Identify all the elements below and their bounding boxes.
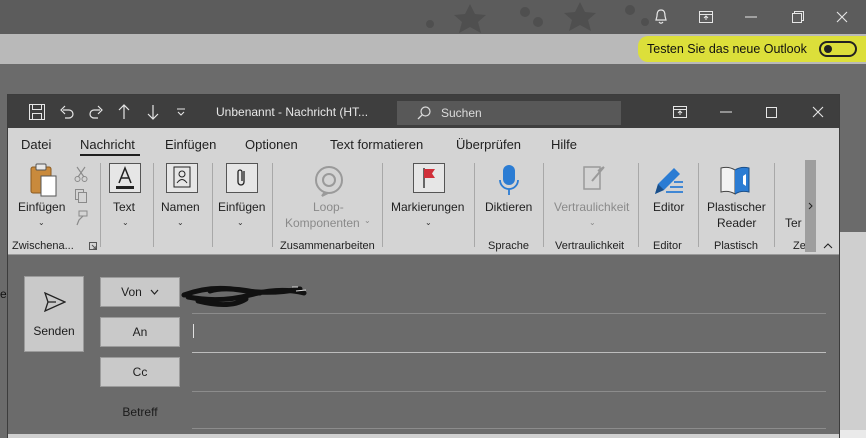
sensitivity-label: Vertraulichkeit [554,200,630,214]
ribbon-tabs: Datei Nachricht Einfügen Optionen Text f… [8,128,839,158]
undo-icon[interactable] [55,101,79,123]
active-tab-indicator [80,154,140,156]
tab-text-formatieren[interactable]: Text formatieren [330,137,423,152]
group-editor: Editor [653,240,682,252]
arrow-up-icon[interactable] [112,101,136,123]
collapse-ribbon-icon[interactable] [823,242,833,249]
compose-titlebar: Unbenannt - Nachricht (HT... Suchen [8,95,839,128]
main-window-edge-light [840,430,866,438]
tab-hilfe[interactable]: Hilfe [551,137,577,152]
insert-label: Einfügen [218,200,266,214]
text-cursor [193,324,194,338]
cc-label: Cc [132,365,148,379]
cut-icon[interactable] [74,166,88,182]
copy-icon[interactable] [74,188,88,204]
dialog-launcher-icon[interactable] [89,242,97,250]
clipped-text: e [0,287,7,301]
names-label: Namen [161,200,200,214]
tab-datei[interactable]: Datei [21,137,51,152]
tab-ueberpruefen[interactable]: Überprüfen [456,137,521,152]
tab-nachricht[interactable]: Nachricht [80,137,135,152]
editor-label: Editor [653,200,685,214]
group-sensitivity: Vertraulichkeit [555,240,625,252]
paste-dropdown-icon: ⌄ [38,218,45,227]
group-voice: Sprache [488,240,529,252]
immersive-reader-label-1: Plastischer [707,200,766,214]
loop-dropdown-icon: ⌄ [364,216,371,225]
format-painter-icon[interactable] [74,210,88,226]
group-clipboard: Zwischena... [12,240,74,252]
tab-einfuegen[interactable]: Einfügen [165,137,216,152]
search-box[interactable]: Suchen [397,101,621,125]
compose-close-icon[interactable] [800,99,836,125]
compose-maximize-icon[interactable] [753,99,789,125]
immersive-reader-label-2: Reader [717,216,757,230]
tab-optionen[interactable]: Optionen [245,137,298,152]
to-button[interactable]: An [100,317,180,347]
loop-label-1: Loop- [313,200,344,214]
microphone-icon [498,164,520,198]
text-label: Text [113,200,136,214]
redo-icon[interactable] [84,101,108,123]
cc-button[interactable]: Cc [100,357,180,387]
group-collaborate: Zusammenarbeiten [280,240,375,252]
compose-body-edge [8,434,839,438]
subject-label: Betreff [122,405,158,419]
to-label: An [132,325,148,339]
group-clipped: Ze [793,240,806,252]
cc-field-input[interactable] [192,391,826,392]
minimize-icon[interactable] [737,4,765,30]
compose-minimize-icon[interactable] [708,99,744,125]
flag-icon [413,163,445,193]
ribbon-display-icon[interactable] [662,99,698,125]
title-pattern-decoration [426,2,649,33]
insert-dropdown-icon: ⌄ [237,218,244,227]
send-label: Senden [33,324,75,338]
close-icon[interactable] [828,4,856,30]
compose-window: Unbenannt - Nachricht (HT... Suchen Date… [7,94,840,438]
send-icon [44,292,66,312]
restore-panel-icon[interactable] [692,4,720,30]
bell-icon[interactable] [647,4,675,30]
tags-dropdown-icon: ⌄ [425,218,432,227]
loop-icon [313,165,345,197]
immersive-reader-icon [719,164,753,196]
sender-redaction [181,285,307,307]
search-input[interactable]: Suchen [441,106,482,120]
new-outlook-banner[interactable]: Testen Sie das neue Outlook [638,36,866,62]
font-color-icon [109,163,141,193]
search-icon [417,106,431,120]
templates-label-clipped: Ter [785,216,802,230]
group-immersive: Plastisch [714,240,759,252]
save-icon[interactable] [25,101,49,123]
address-book-icon [166,163,198,193]
restore-icon[interactable] [784,4,812,30]
clipboard-icon [28,162,58,198]
paste-label: Einfügen [18,200,66,214]
new-outlook-toggle[interactable] [819,41,857,57]
from-button[interactable]: Von [100,277,180,307]
ribbon-scroll-right[interactable] [805,160,816,252]
chevron-down-icon [150,289,159,295]
new-outlook-label: Testen Sie das neue Outlook [647,42,807,56]
text-dropdown-icon: ⌄ [122,218,129,227]
editor-pen-icon [652,164,686,196]
window-title: Unbenannt - Nachricht (HT... [216,105,369,119]
sensitivity-icon [578,163,610,193]
dictate-label: Diktieren [485,200,533,214]
tags-label: Markierungen [391,200,465,214]
send-button[interactable]: Senden [24,276,84,352]
from-field-line [192,313,826,314]
arrow-down-icon[interactable] [141,101,165,123]
customize-toolbar-icon[interactable] [169,101,193,123]
sensitivity-dropdown-icon: ⌄ [589,218,596,227]
ribbon: Einfügen ⌄ Zwischena... Text ⌄ Namen ⌄ E… [8,158,839,255]
to-field-input[interactable] [192,352,826,353]
main-window-edge [840,232,866,438]
loop-label-2: Komponenten [285,216,360,230]
subject-field-input[interactable] [192,428,826,429]
from-label: Von [121,285,142,299]
names-dropdown-icon: ⌄ [177,218,184,227]
attach-icon [226,163,258,193]
